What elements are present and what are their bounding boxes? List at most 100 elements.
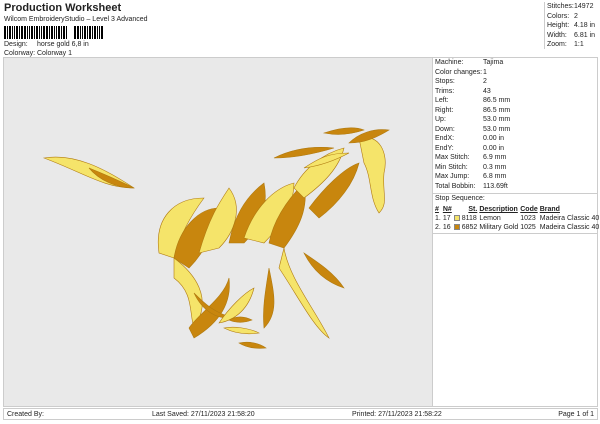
row-number: 1. bbox=[435, 215, 441, 222]
design-value: horse gold 6,8 in bbox=[37, 41, 89, 48]
info-value: 53.0 mm bbox=[483, 116, 511, 123]
barcode-bar bbox=[74, 26, 76, 39]
info-value: 86.5 mm bbox=[483, 97, 511, 104]
info-label: Color changes: bbox=[435, 68, 483, 76]
barcode-bar bbox=[56, 26, 57, 39]
barcode-bar bbox=[19, 26, 20, 39]
stat-value: 2 bbox=[574, 12, 578, 20]
barcode-bar bbox=[9, 26, 11, 39]
design-label: Design: bbox=[4, 41, 28, 48]
info-row: Up: 53.0 mm bbox=[433, 115, 597, 125]
barcode-bar bbox=[39, 26, 40, 39]
stats-panel: Stitches: 14972 Colors: 2 Height: 4.18 in W… bbox=[544, 2, 598, 49]
info-row: Max Jump: 6.8 mm bbox=[433, 172, 597, 182]
barcode-bar bbox=[87, 26, 88, 39]
col-stitches: St. bbox=[468, 206, 478, 213]
stop-sequence-table: # N# St. Description Code Brand 1. 17 81… bbox=[435, 205, 600, 232]
col-needle: N# bbox=[442, 206, 452, 213]
colorway-value: Colorway 1 bbox=[37, 50, 73, 57]
printed: Printed: 27/11/2023 21:58:22 bbox=[352, 410, 442, 418]
barcode-bar bbox=[54, 26, 55, 39]
front-leg-3 bbox=[263, 267, 275, 329]
created-by: Created By: bbox=[7, 410, 44, 418]
barcode-bar bbox=[63, 26, 65, 39]
info-label: Total Bobbin: bbox=[435, 182, 476, 190]
barcode-bar bbox=[99, 26, 100, 39]
info-label: Right: bbox=[435, 106, 454, 114]
table-row: 1. 17 8118 Lemon 1023 Madeira Classic 40 bbox=[435, 214, 600, 223]
info-row: Machine: Tajima bbox=[433, 58, 597, 68]
barcode-bar bbox=[12, 26, 13, 39]
barcode-bar bbox=[58, 26, 60, 39]
barcode-bar bbox=[29, 26, 30, 39]
info-value: Tajima bbox=[483, 59, 504, 66]
description: Military Gold bbox=[479, 224, 519, 231]
barcode-bar bbox=[14, 26, 15, 39]
barcode-bar bbox=[21, 26, 23, 39]
info-value: 43 bbox=[483, 87, 491, 95]
info-label: Up: bbox=[435, 116, 446, 123]
stat-value: 4.18 in bbox=[574, 22, 596, 29]
info-label: Left: bbox=[435, 97, 449, 104]
barcode-bar bbox=[94, 26, 96, 39]
barcode-bar bbox=[24, 26, 26, 39]
info-label: EndX: bbox=[435, 135, 455, 142]
barcode-bar bbox=[41, 26, 42, 39]
stat-value: 1:1 bbox=[574, 41, 584, 48]
code: 1025 bbox=[520, 224, 536, 231]
barcode bbox=[4, 26, 138, 39]
stat-row: Stitches: 14972 bbox=[545, 2, 598, 12]
info-value: 86.5 mm bbox=[483, 106, 511, 114]
stat-row: Colors: 2 bbox=[545, 12, 598, 22]
info-value: 53.0 mm bbox=[483, 125, 511, 133]
mane-3 bbox=[322, 127, 365, 135]
info-value: 113.69ft bbox=[483, 182, 508, 190]
barcode-bar bbox=[97, 26, 98, 39]
info-value: 6.8 mm bbox=[483, 173, 507, 180]
stat-label: Height: bbox=[547, 22, 570, 29]
info-label: Max Jump: bbox=[435, 173, 470, 180]
footer: Created By: Last Saved: 27/11/2023 21:58… bbox=[3, 408, 598, 420]
info-label: Max Stitch: bbox=[435, 154, 470, 161]
barcode-bar bbox=[89, 26, 91, 39]
barcode-bar bbox=[43, 26, 45, 39]
app-subtitle: Wilcom EmbroideryStudio – Level 3 Advanc… bbox=[4, 16, 148, 23]
info-row: Max Stitch: 6.9 mm bbox=[433, 153, 597, 163]
info-row: Right: 86.5 mm bbox=[433, 106, 597, 116]
stat-label: Width: bbox=[547, 31, 567, 39]
stop-sequence: Stop Sequence: # N# St. Description Code… bbox=[433, 193, 600, 234]
barcode-bar bbox=[36, 26, 38, 39]
info-row: Stops: 2 bbox=[433, 77, 597, 87]
barcode-bar bbox=[92, 26, 93, 39]
stitches-cell: 8118 bbox=[453, 214, 480, 223]
barcode-bar bbox=[46, 26, 48, 39]
info-row: EndX: 0.00 in bbox=[433, 134, 597, 144]
info-row: Left: 86.5 mm bbox=[433, 96, 597, 106]
code: 1023 bbox=[520, 215, 536, 222]
info-value: 6.9 mm bbox=[483, 154, 507, 161]
machine-info-panel: Machine: Tajima Color changes: 1 Stops: 2 Trim… bbox=[433, 57, 600, 407]
barcode-bar bbox=[27, 26, 28, 39]
hoof-2 bbox=[238, 341, 267, 349]
stat-label: Zoom: bbox=[547, 41, 567, 48]
row-number: 2. bbox=[435, 224, 441, 231]
stitches: 8118 bbox=[461, 215, 477, 222]
barcode-bar bbox=[4, 26, 6, 39]
page-number: Page 1 of 1 bbox=[558, 410, 594, 418]
barcode-bar bbox=[16, 26, 18, 39]
hoof-1 bbox=[223, 326, 260, 335]
barcode-bar bbox=[34, 26, 35, 39]
design-preview bbox=[3, 57, 433, 407]
needle: 16 bbox=[442, 224, 451, 231]
info-value: 0.3 mm bbox=[483, 163, 507, 171]
col-brand: Brand bbox=[539, 206, 560, 213]
stat-label: Stitches: bbox=[547, 3, 574, 10]
info-label: Min Stitch: bbox=[435, 163, 468, 171]
info-label: Trims: bbox=[435, 87, 455, 95]
barcode-bar bbox=[49, 26, 50, 39]
barcode-bar bbox=[80, 26, 81, 39]
table-header: # N# St. Description Code Brand bbox=[435, 205, 600, 214]
barcode-bar bbox=[77, 26, 79, 39]
stitches: 6852 bbox=[461, 224, 478, 231]
color-swatch bbox=[453, 224, 460, 231]
